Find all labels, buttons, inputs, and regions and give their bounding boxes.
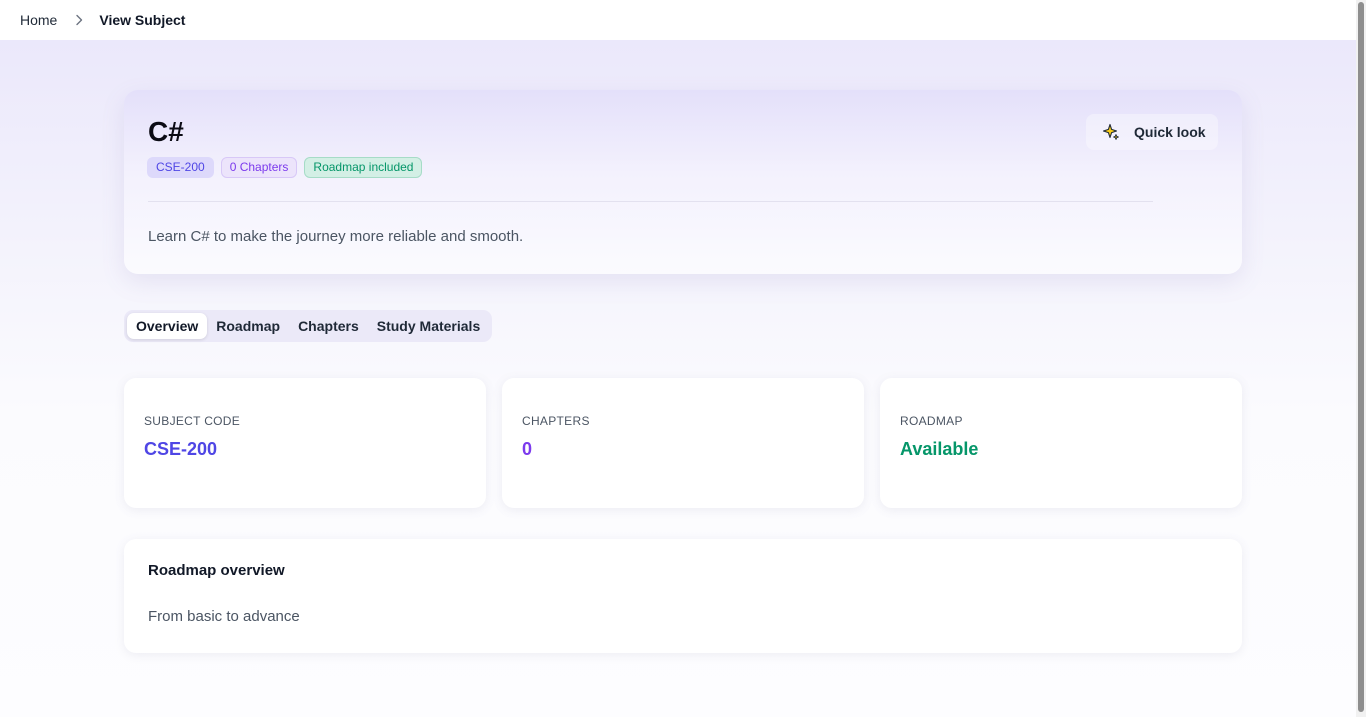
stat-label: ROADMAP [900,414,963,428]
roadmap-included-badge: Roadmap included [304,157,423,178]
main-content: C# CSE-200 0 Chapters Roadmap included L… [0,40,1356,717]
top-bar: Home View Subject [0,0,1356,40]
breadcrumb-home-link[interactable]: Home [20,12,57,28]
subject-header-card: C# CSE-200 0 Chapters Roadmap included L… [124,90,1242,274]
roadmap-overview-card: Roadmap overview From basic to advance [124,539,1242,653]
tab-chapters[interactable]: Chapters [289,313,368,339]
tab-overview[interactable]: Overview [127,313,208,339]
subject-code-card: SUBJECT CODE CSE-200 [124,378,486,508]
breadcrumb: Home View Subject [20,12,185,28]
chapters-card: CHAPTERS 0 [502,378,864,508]
scrollbar-thumb[interactable] [1358,2,1364,712]
quick-look-button[interactable]: Quick look [1086,114,1218,150]
roadmap-overview-text: From basic to advance [148,608,300,625]
stat-label: SUBJECT CODE [144,414,241,428]
roadmap-card: ROADMAP Available [880,378,1242,508]
roadmap-overview-title: Roadmap overview [148,562,285,579]
breadcrumb-current: View Subject [99,12,186,28]
tab-roadmap[interactable]: Roadmap [207,313,289,339]
subject-title: C# [148,116,184,147]
subject-tabs: Overview Roadmap Chapters Study Material… [124,310,493,342]
divider [148,201,1153,202]
stat-value: 0 [522,439,533,459]
sparkle-icon [1102,123,1120,141]
chevron-right-icon [75,14,83,26]
chapters-count-badge: 0 Chapters [220,157,298,178]
stat-value: CSE-200 [144,439,218,459]
subject-badges: CSE-200 0 Chapters Roadmap included [147,157,423,178]
scrollbar[interactable] [1356,0,1366,717]
stat-value: Available [900,439,979,459]
subject-code-badge: CSE-200 [147,157,214,178]
stat-label: CHAPTERS [522,414,590,428]
tab-study-materials[interactable]: Study Materials [368,313,489,339]
subject-description: Learn C# to make the journey more reliab… [148,228,524,245]
quick-look-label: Quick look [1134,124,1206,140]
